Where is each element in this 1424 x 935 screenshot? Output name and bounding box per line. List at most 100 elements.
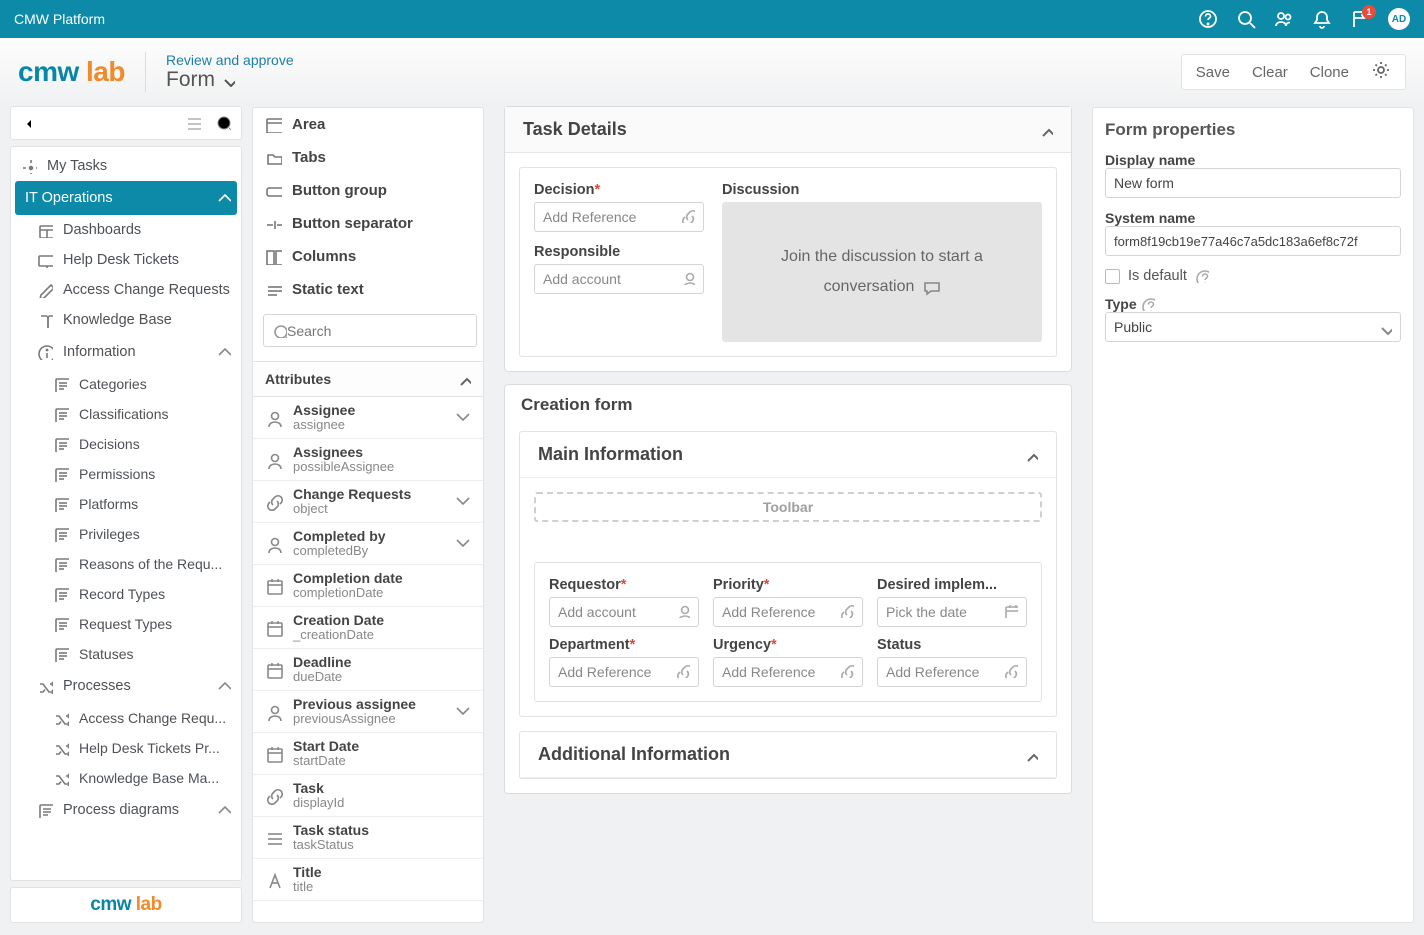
nav-list-icon[interactable]	[185, 114, 201, 133]
attribute-assignee[interactable]: Assigneeassignee	[253, 397, 483, 439]
help-icon[interactable]	[1198, 9, 1218, 29]
settings-icon[interactable]	[1371, 60, 1391, 84]
sidebar-item-privileges[interactable]: Privileges	[11, 519, 241, 549]
sidebar-item-process-3[interactable]: Knowledge Base Ma...	[11, 763, 241, 793]
nav-search-icon[interactable]	[215, 114, 231, 133]
responsible-input[interactable]: Add account	[534, 264, 704, 294]
clone-button[interactable]: Clone	[1310, 64, 1349, 81]
attributes-header[interactable]: Attributes	[253, 361, 483, 397]
additional-info-header[interactable]: Additional Information	[520, 732, 1056, 778]
clear-button[interactable]: Clear	[1252, 64, 1288, 81]
attribute-completionDate[interactable]: Completion datecompletionDate	[253, 565, 483, 607]
system-name-input[interactable]: form8f19cb19e77a46c7a5dc183a6ef8c72f	[1105, 226, 1401, 256]
type-select[interactable]: Public	[1105, 312, 1401, 342]
palette-columns[interactable]: Columns	[253, 240, 483, 273]
department-input[interactable]: Add Reference	[549, 657, 699, 687]
access-label: Access Change Requests	[63, 282, 230, 298]
discussion-label: Discussion	[722, 182, 1042, 198]
palette-button-separator[interactable]: Button separator	[253, 207, 483, 240]
people-icon[interactable]	[1274, 9, 1294, 29]
chevron-up-icon	[215, 342, 231, 362]
attribute-title[interactable]: Titletitle	[253, 859, 483, 901]
sidebar-item-process-diagrams[interactable]: Process diagrams	[11, 793, 241, 827]
sidebar-item-decisions[interactable]: Decisions	[11, 429, 241, 459]
sidebar-item-reasons[interactable]: Reasons of the Requ...	[11, 549, 241, 579]
app-title: CMW Platform	[14, 11, 105, 27]
form-icon	[53, 616, 69, 632]
discussion-panel[interactable]: Join the discussion to start a conversat…	[722, 202, 1042, 342]
footer-logo: cmw lab	[10, 887, 242, 923]
attribute-previousAssignee[interactable]: Previous assigneepreviousAssignee	[253, 691, 483, 733]
decision-input[interactable]: Add Reference	[534, 202, 704, 232]
priority-input[interactable]: Add Reference	[713, 597, 863, 627]
link-icon	[265, 787, 283, 805]
breadcrumb[interactable]: Review and approve	[166, 52, 294, 68]
sidebar-item-processes[interactable]: Processes	[11, 669, 241, 703]
requestor-input[interactable]: Add account	[549, 597, 699, 627]
sidebar-item-access[interactable]: Access Change Requests	[11, 275, 241, 305]
it-ops-label: IT Operations	[25, 190, 113, 206]
sidebar-item-categories[interactable]: Categories	[11, 369, 241, 399]
toolbar-dropzone[interactable]: Toolbar	[534, 492, 1042, 522]
attribute-completedBy[interactable]: Completed bycompletedBy	[253, 523, 483, 565]
sidebar-item-information[interactable]: Information	[11, 335, 241, 369]
attribute-displayId[interactable]: TaskdisplayId	[253, 775, 483, 817]
attribute-object[interactable]: Change Requestsobject	[253, 481, 483, 523]
shuffle-icon	[53, 740, 69, 756]
desired-input[interactable]: Pick the date	[877, 597, 1027, 627]
bell-icon[interactable]	[1312, 9, 1332, 29]
chevron-down-icon	[1378, 321, 1392, 338]
chevron-up-icon	[215, 800, 231, 820]
display-name-label: Display name	[1105, 152, 1401, 168]
person-icon	[265, 409, 283, 427]
pd-label: Process diagrams	[63, 802, 179, 818]
page-title-dropdown[interactable]: Form	[166, 68, 294, 92]
save-button[interactable]: Save	[1196, 64, 1230, 81]
cal-icon	[265, 745, 283, 763]
flag-icon[interactable]: 1	[1350, 9, 1370, 29]
collapse-nav-icon[interactable]	[21, 114, 37, 133]
is-default-checkbox[interactable]: Is default	[1105, 268, 1401, 284]
palette-search[interactable]	[263, 314, 477, 347]
status-input[interactable]: Add Reference	[877, 657, 1027, 687]
attribute-startDate[interactable]: Start DatestartDate	[253, 733, 483, 775]
sidebar-item-request-types[interactable]: Request Types	[11, 609, 241, 639]
palette-button-group[interactable]: Button group	[253, 174, 483, 207]
sidebar-item-platforms[interactable]: Platforms	[11, 489, 241, 519]
urgency-input[interactable]: Add Reference	[713, 657, 863, 687]
search-icon[interactable]	[1236, 9, 1256, 29]
person-icon	[265, 535, 283, 553]
attribute-possibleAssignee[interactable]: AssigneespossibleAssignee	[253, 439, 483, 481]
sidebar-item-process-2[interactable]: Help Desk Tickets Pr...	[11, 733, 241, 763]
sidebar-item-process-1[interactable]: Access Change Requ...	[11, 703, 241, 733]
sidebar-item-classifications[interactable]: Classifications	[11, 399, 241, 429]
shuffle-icon	[53, 710, 69, 726]
form-icon	[53, 376, 69, 392]
palette-tabs[interactable]: Tabs	[253, 141, 483, 174]
palette-search-input[interactable]	[287, 323, 468, 339]
display-name-input[interactable]: New form	[1105, 168, 1401, 198]
system-name-label: System name	[1105, 210, 1401, 226]
helpdesk-label: Help Desk Tickets	[63, 252, 179, 268]
sidebar-item-permissions[interactable]: Permissions	[11, 459, 241, 489]
avatar[interactable]: AD	[1388, 8, 1410, 30]
help-icon[interactable]	[1141, 297, 1155, 311]
help-icon[interactable]	[1195, 269, 1209, 283]
task-details-header[interactable]: Task Details	[505, 107, 1071, 153]
attribute-dueDate[interactable]: DeadlinedueDate	[253, 649, 483, 691]
attribute-_creationDate[interactable]: Creation Date_creationDate	[253, 607, 483, 649]
dashboards-label: Dashboards	[63, 222, 141, 238]
type-label: Type	[1105, 296, 1401, 312]
sidebar-item-my-tasks[interactable]: My Tasks	[11, 151, 241, 181]
sidebar-item-kb[interactable]: Knowledge Base	[11, 305, 241, 335]
main-info-header[interactable]: Main Information	[520, 432, 1056, 478]
palette-static-text[interactable]: Static text	[253, 273, 483, 306]
pencil-icon	[37, 282, 53, 298]
sidebar-item-dashboards[interactable]: Dashboards	[11, 215, 241, 245]
sidebar-item-record-types[interactable]: Record Types	[11, 579, 241, 609]
sidebar-item-statuses[interactable]: Statuses	[11, 639, 241, 669]
sidebar-item-it-operations[interactable]: IT Operations	[15, 181, 237, 215]
sidebar-item-helpdesk[interactable]: Help Desk Tickets	[11, 245, 241, 275]
attribute-taskStatus[interactable]: Task statustaskStatus	[253, 817, 483, 859]
palette-area[interactable]: Area	[253, 108, 483, 141]
